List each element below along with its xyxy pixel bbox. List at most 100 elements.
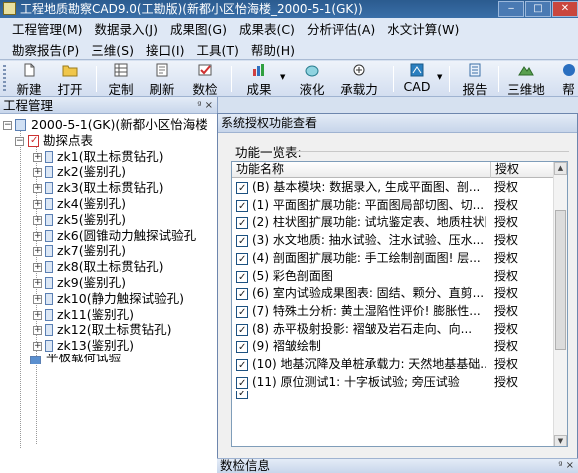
tree-item[interactable]: + zk13(鉴别孔): [0, 338, 217, 354]
list-item[interactable]: (9) 褶皱绘制授权: [232, 338, 555, 357]
tree-root[interactable]: − 2000-5-1(GK)(新都小区怡海楼: [0, 117, 217, 133]
checkbox[interactable]: [236, 375, 248, 392]
tree-item[interactable]: + zk7(鉴别孔): [0, 243, 217, 259]
list-item[interactable]: (2) 柱状图扩展功能: 试坑鉴定表、地质柱状图授权: [232, 214, 555, 233]
menu-project[interactable]: 工程管理(M): [12, 19, 83, 38]
tree-item[interactable]: + zk12(取土标贯钻孔): [0, 322, 217, 338]
tree-item[interactable]: + zk8(取土标贯钻孔): [0, 259, 217, 275]
expand-icon[interactable]: +: [33, 294, 42, 304]
menu-interface[interactable]: 接口(I): [146, 40, 184, 59]
custom-button[interactable]: 定制: [106, 63, 136, 97]
list-item[interactable]: (B) 基本模块: 数据录入, 生成平面图、剖...授权: [232, 179, 555, 198]
function-list[interactable]: 功能名称 授权 (B) 基本模块: 数据录入, 生成平面图、剖...授权 (1)…: [231, 161, 568, 447]
tree-item[interactable]: + zk11(鉴别孔): [0, 307, 217, 323]
tree-item[interactable]: + zk4(鉴别孔): [0, 196, 217, 212]
scroll-down-icon[interactable]: ▼: [554, 435, 567, 446]
tree-item-partial[interactable]: 平板载荷试验: [0, 354, 217, 364]
list-item[interactable]: (10) 地基沉降及单桩承载力: 天然地基基础...授权: [232, 356, 555, 375]
expand-icon[interactable]: +: [33, 310, 42, 320]
help-button[interactable]: 帮: [559, 63, 578, 97]
close-button[interactable]: ✕: [552, 1, 578, 17]
column-header-name[interactable]: 功能名称: [236, 162, 284, 177]
toolbar-grip[interactable]: [3, 65, 6, 93]
refresh-button[interactable]: 刷新: [147, 63, 177, 97]
checkbox[interactable]: [236, 286, 248, 304]
scroll-up-icon[interactable]: ▲: [554, 162, 567, 175]
checkbox[interactable]: [236, 233, 248, 251]
menu-analysis[interactable]: 分析评估(A): [307, 19, 375, 38]
checkbox[interactable]: [236, 269, 248, 286]
maximize-button[interactable]: □: [525, 1, 551, 17]
list-item[interactable]: (4) 剖面图扩展功能: 手工绘制剖面图! 层...授权: [232, 250, 555, 268]
menu-help[interactable]: 帮助(H): [251, 40, 295, 59]
panel-pin-close-icon[interactable]: ᵍ ×: [197, 97, 213, 114]
cad-dropdown-icon[interactable]: ▼: [437, 73, 442, 81]
cad-button[interactable]: CAD: [402, 63, 432, 95]
new-button[interactable]: 新建: [14, 63, 44, 97]
checkbox[interactable]: [236, 304, 248, 322]
expand-icon[interactable]: +: [33, 247, 42, 257]
inspect-button[interactable]: 数检: [190, 63, 220, 97]
expand-icon[interactable]: +: [33, 231, 42, 241]
tree-item[interactable]: + zk3(取土标贯钻孔): [0, 180, 217, 196]
tree-item[interactable]: + zk10(静力触探试验孔): [0, 291, 217, 307]
checkbox[interactable]: [236, 215, 248, 233]
expand-icon[interactable]: +: [33, 184, 42, 194]
column-header-auth[interactable]: 授权: [490, 162, 560, 178]
tree-item[interactable]: + zk5(鉴别孔): [0, 212, 217, 228]
expand-icon[interactable]: +: [33, 263, 42, 273]
borehole-icon: [45, 166, 53, 179]
project-icon: [15, 119, 26, 131]
menu-bar-row-1: 工程管理(M) 数据录入(J) 成果图(G) 成果表(C) 分析评估(A) 水文…: [0, 18, 578, 39]
expand-icon[interactable]: +: [33, 199, 42, 209]
expand-icon[interactable]: +: [33, 152, 42, 162]
expand-icon[interactable]: +: [33, 326, 42, 336]
checkbox[interactable]: [236, 180, 248, 198]
results-button[interactable]: 成果: [244, 63, 274, 97]
tree-item[interactable]: + zk2(鉴别孔): [0, 164, 217, 180]
checkbox[interactable]: [236, 251, 248, 268]
checkbox[interactable]: [236, 322, 248, 339]
list-item-partial[interactable]: [232, 391, 555, 400]
panel-pin-close-icon[interactable]: ᵍ ×: [558, 459, 574, 473]
collapse-icon[interactable]: −: [15, 136, 24, 146]
tree-item[interactable]: + zk9(鉴别孔): [0, 275, 217, 291]
list-item[interactable]: (3) 水文地质: 抽水试验、注水试验、压水...授权: [232, 232, 555, 251]
checkbox[interactable]: [236, 198, 248, 215]
list-item[interactable]: (6) 室内试验成果图表: 固结、颗分、直剪...授权: [232, 285, 555, 304]
checkbox[interactable]: [236, 339, 248, 357]
menu-results-table[interactable]: 成果表(C): [239, 19, 295, 38]
expand-icon[interactable]: +: [33, 215, 42, 225]
tree-group[interactable]: − 勘探点表: [0, 133, 217, 149]
toolbar-separator: [449, 66, 450, 92]
menu-hydro[interactable]: 水文计算(W): [387, 19, 459, 38]
menu-3d[interactable]: 三维(S): [91, 40, 134, 59]
results-dropdown-icon[interactable]: ▼: [280, 73, 285, 81]
list-item[interactable]: (1) 平面图扩展功能: 平面图局部切图、切...授权: [232, 197, 555, 215]
list-item[interactable]: (8) 赤平极射投影: 褶皱及岩石走向、向...授权: [232, 321, 555, 339]
expand-icon[interactable]: +: [33, 342, 42, 352]
report-button[interactable]: 报告: [460, 63, 490, 97]
expand-icon[interactable]: +: [33, 168, 42, 178]
checkbox[interactable]: [236, 357, 248, 375]
bearing-button[interactable]: 承载力: [338, 63, 380, 97]
list-item[interactable]: (11) 原位测试1: 十字板试验; 旁压试验授权: [232, 374, 555, 392]
list-scrollbar[interactable]: ▲ ▼: [553, 162, 567, 446]
checkbox[interactable]: [236, 391, 248, 400]
minimize-button[interactable]: ‒: [498, 1, 524, 17]
menu-results-map[interactable]: 成果图(G): [170, 19, 227, 38]
menu-report[interactable]: 勘察报告(P): [12, 40, 79, 59]
tree-item[interactable]: + zk1(取土标贯钻孔): [0, 149, 217, 165]
list-item[interactable]: (5) 彩色剖面图授权: [232, 268, 555, 286]
scroll-thumb[interactable]: [555, 210, 566, 350]
expand-icon[interactable]: +: [33, 278, 42, 288]
open-button[interactable]: 打开: [55, 63, 85, 97]
menu-data-entry[interactable]: 数据录入(J): [95, 19, 158, 38]
liquefaction-icon: [305, 65, 319, 77]
list-item[interactable]: (7) 特殊土分析: 黄土湿陷性评价! 膨胀性...授权: [232, 303, 555, 322]
liquefaction-button[interactable]: 液化: [297, 63, 327, 97]
tree-item[interactable]: + zk6(圆锥动力触探试验孔: [0, 228, 217, 244]
menu-tools[interactable]: 工具(T): [196, 40, 238, 59]
collapse-icon[interactable]: −: [3, 121, 12, 130]
3d-button[interactable]: 三维地: [503, 63, 549, 97]
